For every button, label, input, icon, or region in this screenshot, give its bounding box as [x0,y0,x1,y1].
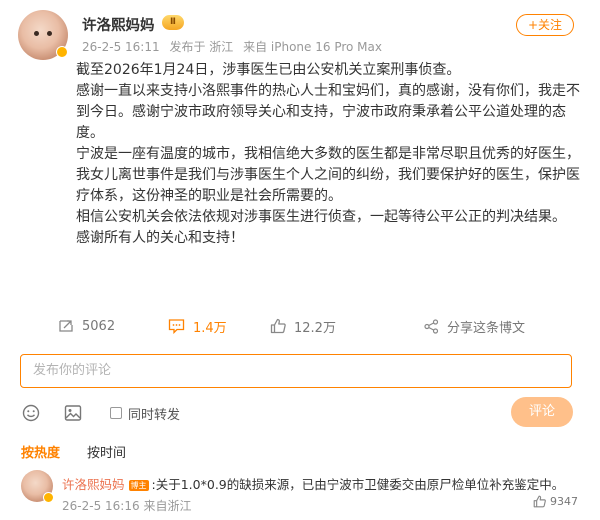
comment-text: 关于1.0*0.9的缺损来源，已由宁波市卫健委交由原尸检单位补充鉴定中。 [155,477,565,492]
comment-input[interactable]: 发布你的评论 [20,354,572,388]
post-paragraph: 截至2026年1月24日，涉事医生已由公安机关立案刑事侦查。 [76,62,461,78]
like-icon [533,495,546,508]
comment-item: 许洛熙妈妈 博主:关于1.0*0.9的缺损来源，已由宁波市卫健委交由原尸检单位补充… [62,474,564,493]
comment-meta: 26-2-5 16:16 来自浙江 [62,497,191,514]
level-badge: Ⅱ [162,15,184,30]
repost-checkbox-label[interactable]: 同时转发 [128,404,180,423]
avatar-eye [47,31,52,36]
follow-button[interactable]: +关注 [516,14,574,36]
post-body: 截至2026年1月24日，涉事医生已由公安机关立案刑事侦查。 感谢一直以来支持小… [76,60,582,249]
repost-count: 5062 [82,318,116,334]
post-source: 来自 iPhone 16 Pro Max [243,40,382,54]
like-count: 12.2万 [294,320,336,336]
comment-icon [168,318,185,334]
sort-by-hot-tab[interactable]: 按热度 [21,442,60,461]
repost-checkbox[interactable] [110,407,122,419]
repost-button[interactable]: 5062 [58,313,115,339]
share-label: 分享这条博文 [447,320,526,336]
image-icon[interactable] [64,404,82,426]
comment-count: 1.4万 [193,320,227,336]
comment-button[interactable]: 1.4万 [168,313,227,339]
comment-author[interactable]: 许洛熙妈妈 [62,477,125,492]
post-paragraph: 感谢一直以来支持小洛熙事件的热心人士和宝妈们，真的感谢，没有你们，我走不到今日。… [76,83,580,141]
author-tag: 博主 [128,480,149,491]
post-paragraph: 相信公安机关会依法依规对涉事医生进行侦查，一起等待公平公正的判决结果。 [76,209,566,225]
comment-date: 26-2-5 16:16 [62,499,140,513]
post-meta: 26-2-5 16:11 发布于 浙江 来自 iPhone 16 Pro Max [82,38,388,55]
comment-like-count: 9347 [550,495,578,508]
post-location: 发布于 浙江 [169,40,234,54]
share-button[interactable]: 分享这条博文 [424,313,525,339]
author-name[interactable]: 许洛熙妈妈 [82,14,155,35]
post-paragraph: 宁波是一座有温度的城市，我相信绝大多数的医生都是非常尽职且优秀的好医生，我女儿离… [76,146,580,204]
post-paragraph: 感谢所有人的关心和支持！ [76,230,244,246]
submit-comment-button[interactable]: 评论 [511,397,573,427]
comment-location: 来自浙江 [143,499,192,513]
emoji-icon[interactable] [22,404,40,426]
verified-badge-icon [43,492,54,503]
weibo-post-page: 许洛熙妈妈 Ⅱ 26-2-5 16:11 发布于 浙江 来自 iPhone 16… [0,0,600,520]
comment-like-button[interactable]: 9347 [533,495,578,508]
action-bar: 5062 1.4万 12.2万 分享这条博文 [0,313,600,339]
repost-icon [58,318,74,334]
sort-by-time-tab[interactable]: 按时间 [87,442,126,461]
verified-badge-icon [56,46,68,58]
like-button[interactable]: 12.2万 [270,313,336,339]
post-date[interactable]: 26-2-5 16:11 [82,40,160,54]
avatar-eye [34,31,39,36]
like-icon [270,318,286,334]
share-icon [424,318,439,334]
